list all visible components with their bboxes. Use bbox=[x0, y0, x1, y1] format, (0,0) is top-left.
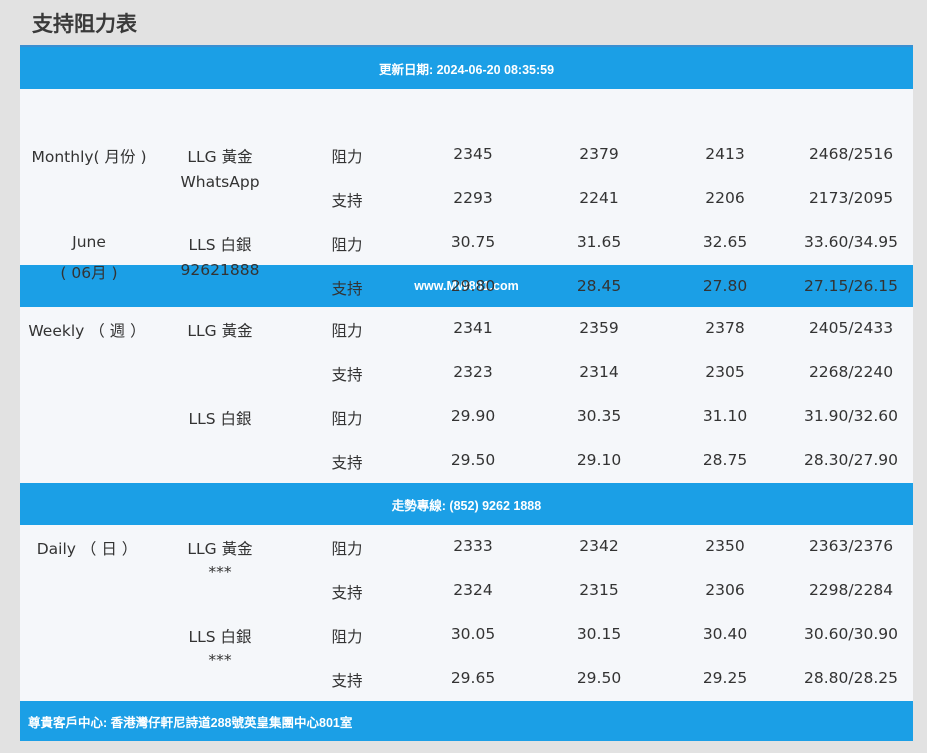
level-2: 31.65 bbox=[576, 233, 622, 251]
level-4: 27.15/26.15 bbox=[804, 277, 898, 295]
silver-sub-label: *** bbox=[208, 651, 232, 669]
row-type: 阻力 bbox=[331, 236, 363, 254]
level-2: 30.15 bbox=[576, 625, 622, 643]
row-type: 阻力 bbox=[331, 628, 363, 646]
level-2: 29.10 bbox=[576, 451, 622, 469]
level-1: 29.80 bbox=[450, 277, 496, 295]
level-2: 2379 bbox=[579, 145, 619, 163]
silver-label: LLS 白銀 bbox=[188, 628, 252, 646]
level-4: 28.30/27.90 bbox=[804, 451, 898, 469]
silver-label: LLS 白銀 bbox=[188, 236, 252, 254]
monthly-section: Monthly( 月份 ) June ( 06月 ) LLG 黃金 WhatsA… bbox=[20, 89, 913, 298]
level-4: 2173/2095 bbox=[808, 189, 894, 207]
level-2: 2342 bbox=[579, 537, 619, 555]
level-4: 2405/2433 bbox=[808, 319, 894, 337]
hotline-bar: 走勢專線: (852) 9262 1888 bbox=[20, 483, 913, 525]
row-type: 支持 bbox=[331, 672, 363, 690]
level-2: 2359 bbox=[579, 319, 619, 337]
row-type: 阻力 bbox=[331, 148, 363, 166]
level-3: 30.40 bbox=[702, 625, 748, 643]
row-type: 支持 bbox=[331, 366, 363, 384]
level-2: 2241 bbox=[579, 189, 619, 207]
level-4: 30.60/30.90 bbox=[804, 625, 898, 643]
level-2: 2315 bbox=[579, 581, 619, 599]
level-1: 29.65 bbox=[450, 669, 496, 687]
month-label-en: June bbox=[72, 233, 106, 251]
level-1: 2293 bbox=[453, 189, 493, 207]
level-4: 2268/2240 bbox=[808, 363, 894, 381]
support-resistance-table: 更新日期: 2024-06-20 08:35:59 Monthly( 月份 ) … bbox=[20, 45, 913, 741]
level-1: 2345 bbox=[453, 145, 493, 163]
period-label: Daily （ 日 ） bbox=[36, 540, 138, 558]
level-3: 2305 bbox=[705, 363, 745, 381]
level-3: 27.80 bbox=[702, 277, 748, 295]
level-3: 2206 bbox=[705, 189, 745, 207]
gold-sub-label: *** bbox=[208, 563, 232, 581]
update-date-bar: 更新日期: 2024-06-20 08:35:59 bbox=[20, 47, 913, 89]
page-title: 支持阻力表 bbox=[32, 12, 137, 36]
row-type: 阻力 bbox=[331, 410, 363, 428]
period-label: Monthly( 月份 ) bbox=[31, 148, 147, 166]
level-4: 2468/2516 bbox=[808, 145, 894, 163]
row-type: 阻力 bbox=[331, 540, 363, 558]
level-3: 29.25 bbox=[702, 669, 748, 687]
level-2: 30.35 bbox=[576, 407, 622, 425]
level-1: 30.05 bbox=[450, 625, 496, 643]
level-3: 2306 bbox=[705, 581, 745, 599]
level-3: 32.65 bbox=[702, 233, 748, 251]
level-2: 2314 bbox=[579, 363, 619, 381]
row-type: 支持 bbox=[331, 454, 363, 472]
level-1: 30.75 bbox=[450, 233, 496, 251]
customer-center-bar: 尊貴客戶中心: 香港灣仔軒尼詩道288號英皇集團中心801室 bbox=[20, 701, 913, 741]
level-4: 28.80/28.25 bbox=[804, 669, 898, 687]
level-1: 2323 bbox=[453, 363, 493, 381]
daily-section: Daily （ 日 ） LLG 黃金 *** LLS 白銀 *** 阻力 233… bbox=[20, 525, 913, 701]
page: 支持阻力表 更新日期: 2024-06-20 08:35:59 Monthly(… bbox=[0, 0, 927, 753]
gold-label: LLG 黃金 bbox=[187, 540, 253, 558]
level-3: 2378 bbox=[705, 319, 745, 337]
gold-label: LLG 黃金 bbox=[187, 322, 253, 340]
silver-label: LLS 白銀 bbox=[188, 410, 252, 428]
period-label: Weekly （ 週 ） bbox=[28, 322, 146, 340]
whatsapp-label: WhatsApp bbox=[180, 173, 260, 191]
level-1: 2324 bbox=[453, 581, 493, 599]
row-type: 支持 bbox=[331, 584, 363, 602]
level-1: 2333 bbox=[453, 537, 493, 555]
gold-label: LLG 黃金 bbox=[187, 148, 253, 166]
level-3: 2413 bbox=[705, 145, 745, 163]
level-4: 33.60/34.95 bbox=[804, 233, 898, 251]
level-4: 31.90/32.60 bbox=[804, 407, 898, 425]
level-2: 29.50 bbox=[576, 669, 622, 687]
level-3: 2350 bbox=[705, 537, 745, 555]
level-4: 2298/2284 bbox=[808, 581, 894, 599]
row-type: 支持 bbox=[331, 280, 363, 298]
level-1: 29.90 bbox=[450, 407, 496, 425]
row-type: 支持 bbox=[331, 192, 363, 210]
level-2: 28.45 bbox=[576, 277, 622, 295]
level-1: 2341 bbox=[453, 319, 493, 337]
level-4: 2363/2376 bbox=[808, 537, 894, 555]
weekly-section: Weekly （ 週 ） LLG 黃金 LLS 白銀 阻力 2341 2359 … bbox=[20, 307, 913, 483]
level-1: 29.50 bbox=[450, 451, 496, 469]
phone-number-label: 92621888 bbox=[180, 261, 260, 279]
level-3: 31.10 bbox=[702, 407, 748, 425]
row-type: 阻力 bbox=[331, 322, 363, 340]
month-label-zh: ( 06月 ) bbox=[60, 264, 118, 282]
level-3: 28.75 bbox=[702, 451, 748, 469]
